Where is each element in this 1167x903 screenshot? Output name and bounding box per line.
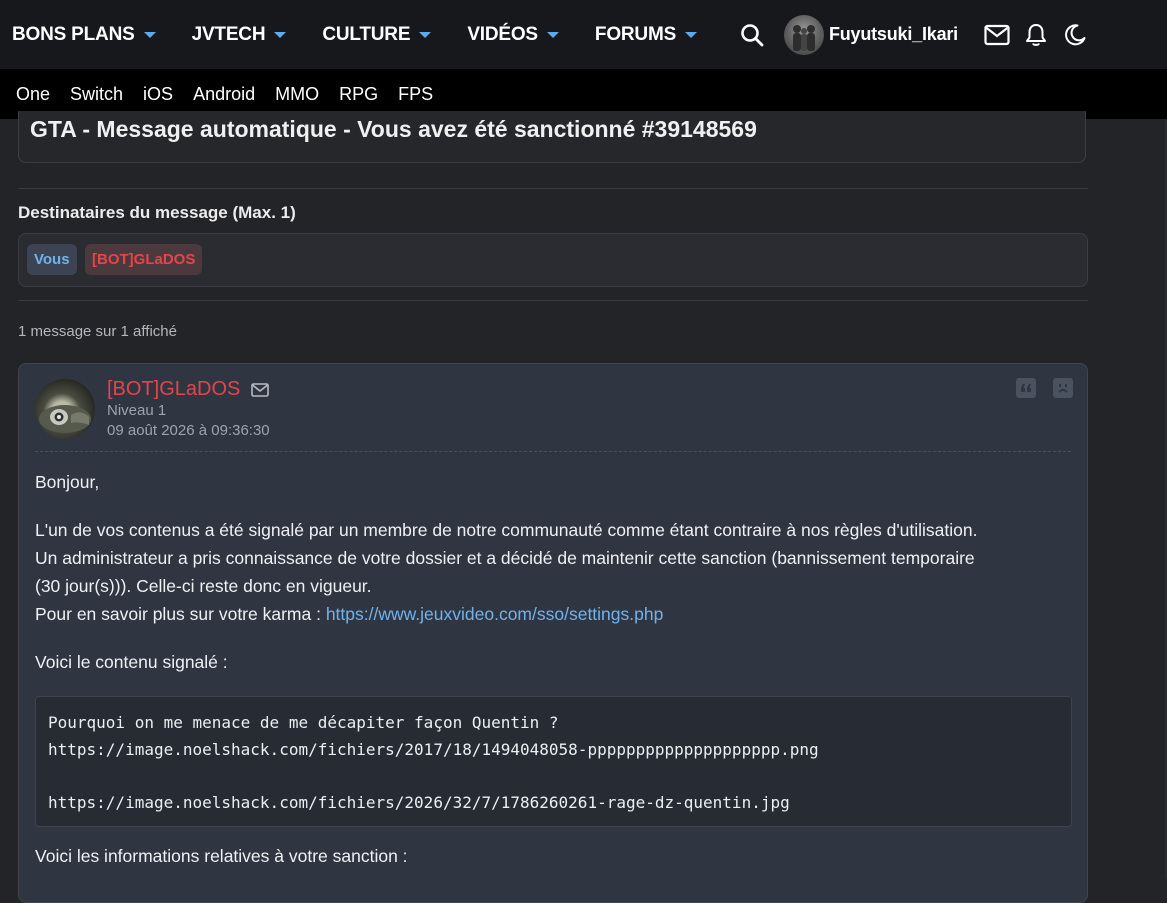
subnav-item-switch[interactable]: Switch bbox=[70, 84, 123, 105]
menu-jvtech[interactable]: JVTECH bbox=[192, 24, 287, 46]
message-line: (30 jour(s))). Celle-ci reste donc en vi… bbox=[35, 576, 372, 596]
bell-icon bbox=[1026, 23, 1046, 46]
divider bbox=[18, 300, 1088, 301]
karma-prefix: Pour en savoir plus sur votre karma : bbox=[35, 604, 326, 624]
mail-icon bbox=[984, 24, 1010, 45]
message-body: Bonjour, L'un de vos contenus a été sign… bbox=[35, 468, 1071, 676]
subnav-item-rpg[interactable]: RPG bbox=[339, 84, 378, 105]
menu-culture[interactable]: CULTURE bbox=[322, 23, 432, 46]
chevron-down-icon bbox=[546, 31, 559, 38]
quote-button[interactable] bbox=[1016, 378, 1036, 398]
menu-videos[interactable]: VIDÉOS bbox=[467, 24, 559, 46]
sanction-info-label: Voici les informations relatives à votre… bbox=[35, 846, 408, 866]
reported-content-code-block: Pourquoi on me menace de me décapiter fa… bbox=[35, 696, 1072, 827]
top-navigation: BONS PLANS JVTECH CULTURE VIDÉOS FORUMS bbox=[0, 0, 1167, 69]
message-actions bbox=[1016, 378, 1073, 398]
search-button[interactable] bbox=[740, 23, 764, 47]
chevron-down-icon bbox=[274, 31, 287, 38]
subnav-item-ios[interactable]: iOS bbox=[143, 84, 173, 105]
glados-avatar-icon bbox=[39, 405, 91, 433]
avatar-figures-icon bbox=[792, 24, 815, 51]
menu-bons-plans[interactable]: BONS PLANS bbox=[12, 24, 156, 46]
send-private-message-button[interactable] bbox=[251, 383, 269, 397]
subnav-item-android[interactable]: Android bbox=[193, 84, 255, 105]
conversation-title: GTA - Message automatique - Vous avez ét… bbox=[30, 116, 757, 142]
subnav-item-fps[interactable]: FPS bbox=[398, 84, 433, 105]
message-author[interactable]: [BOT]GLaDOS bbox=[107, 378, 240, 401]
message-card: [BOT]GLaDOS Niveau 1 09 août 2026 à 09:3… bbox=[18, 363, 1088, 903]
user-profile-button[interactable]: Fuyutsuki_Ikari bbox=[783, 14, 958, 55]
username: Fuyutsuki_Ikari bbox=[828, 24, 958, 44]
menu-label: VIDÉOS bbox=[467, 23, 538, 45]
code-line: Pourquoi on me menace de me décapiter fa… bbox=[48, 713, 559, 732]
code-line: https://image.noelshack.com/fichiers/202… bbox=[48, 792, 790, 812]
message-greeting: Bonjour, bbox=[35, 472, 100, 492]
message-line: L'un de vos contenus a été signalé par u… bbox=[35, 520, 978, 540]
menu-forums[interactable]: FORUMS bbox=[594, 23, 698, 46]
moon-icon bbox=[1065, 23, 1086, 45]
karma-settings-link[interactable]: https://www.jeuxvideo.com/sso/settings.p… bbox=[326, 604, 664, 624]
recipients-box: Vous [BOT]GLaDOS bbox=[18, 233, 1088, 287]
menu-label: JVTECH bbox=[191, 23, 266, 45]
menu-label: FORUMS bbox=[594, 23, 677, 45]
mail-icon bbox=[251, 383, 269, 397]
sad-face-icon bbox=[1058, 384, 1068, 393]
message-header-separator bbox=[35, 451, 1071, 452]
recipient-tag-you[interactable]: Vous bbox=[27, 244, 77, 275]
report-button[interactable] bbox=[1053, 378, 1073, 398]
recipients-label: Destinataires du message (Max. 1) bbox=[18, 203, 296, 222]
message-count: 1 message sur 1 affiché bbox=[18, 323, 177, 340]
menu-label: CULTURE bbox=[322, 23, 411, 45]
subnav-item-one[interactable]: One bbox=[16, 84, 50, 105]
message-line: Un administrateur a pris connaissance de… bbox=[35, 548, 975, 568]
avatar bbox=[783, 14, 824, 55]
chevron-down-icon bbox=[685, 31, 698, 38]
author-level: Niveau 1 bbox=[107, 402, 167, 419]
notifications-button[interactable] bbox=[1025, 23, 1047, 47]
code-line: https://image.noelshack.com/fichiers/201… bbox=[48, 739, 819, 759]
divider bbox=[18, 188, 1088, 189]
user-toolbar: Fuyutsuki_Ikari bbox=[740, 0, 1167, 69]
dark-mode-toggle[interactable] bbox=[1063, 23, 1087, 47]
message-paragraph: L'un de vos contenus a été signalé par u… bbox=[35, 516, 1071, 628]
main-menu: BONS PLANS JVTECH CULTURE VIDÉOS FORUMS bbox=[0, 0, 733, 69]
subnav-item-mmo[interactable]: MMO bbox=[275, 84, 319, 105]
recipient-tag-bot[interactable]: [BOT]GLaDOS bbox=[85, 244, 203, 275]
menu-label: BONS PLANS bbox=[12, 23, 135, 45]
chevron-down-icon bbox=[143, 31, 156, 38]
quote-icon bbox=[1021, 384, 1031, 392]
author-avatar[interactable] bbox=[35, 379, 95, 439]
chevron-down-icon bbox=[419, 31, 432, 38]
messages-button[interactable] bbox=[984, 24, 1010, 46]
reported-content-label: Voici le contenu signalé : bbox=[35, 652, 228, 672]
conversation-title-box: GTA - Message automatique - Vous avez ét… bbox=[18, 111, 1086, 163]
message-date: 09 août 2026 à 09:36:30 bbox=[107, 422, 270, 439]
search-icon bbox=[741, 23, 764, 46]
